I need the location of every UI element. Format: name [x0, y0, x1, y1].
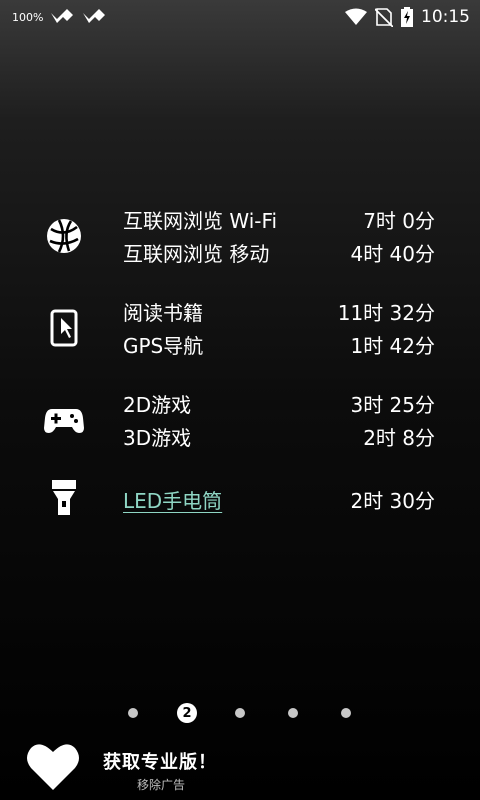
page-dot-3[interactable] [235, 708, 245, 718]
usage-row-led-flashlight: LED手电筒 2时 30分 [123, 484, 435, 514]
usage-label: 阅读书籍 [123, 300, 203, 325]
no-sim-icon [375, 8, 393, 27]
usage-duration: 11时 32分 [337, 300, 435, 325]
battery-charging-icon [401, 7, 413, 27]
page-indicator: 2 [0, 703, 480, 723]
get-pro-title[interactable]: 获取专业版！ [103, 748, 217, 774]
usage-row-gps: GPS导航 1时 42分 [123, 329, 435, 359]
notification-app-icon [83, 9, 106, 23]
heart-icon[interactable] [26, 742, 80, 792]
remove-ads-label[interactable]: 移除广告 [137, 776, 185, 793]
usage-label: 3D游戏 [123, 425, 192, 450]
notification-app-icon [51, 9, 74, 23]
usage-row-internet-mobile: 互联网浏览 移动 4时 40分 [123, 237, 435, 267]
usage-duration: 2时 8分 [363, 425, 435, 450]
usage-row-reading: 阅读书籍 11时 32分 [123, 296, 435, 326]
page-dot-4[interactable] [288, 708, 298, 718]
usage-duration: 4时 40分 [350, 241, 435, 266]
usage-label: GPS导航 [123, 333, 204, 358]
usage-label: 2D游戏 [123, 392, 192, 417]
tablet-touch-icon [44, 308, 84, 348]
page-dot-5[interactable] [341, 708, 351, 718]
status-bar: 100% 10:15 [0, 0, 480, 34]
led-flashlight-link[interactable]: LED手电筒 [123, 485, 222, 514]
usage-row-internet-wifi: 互联网浏览 Wi-Fi 7时 0分 [123, 204, 435, 234]
usage-label: 互联网浏览 移动 [123, 241, 270, 266]
usage-row-2d-games: 2D游戏 3时 25分 [123, 388, 435, 418]
page-dot-1[interactable] [128, 708, 138, 718]
usage-duration: 7时 0分 [363, 208, 435, 233]
usage-duration: 1时 42分 [350, 333, 435, 358]
gamepad-icon [44, 400, 84, 440]
usage-duration: 3时 25分 [350, 392, 435, 417]
usage-duration: 2时 30分 [350, 488, 435, 513]
clock-time: 10:15 [421, 7, 470, 27]
wifi-icon [345, 8, 367, 25]
pro-upgrade-banner[interactable]: 获取专业版！ 移除广告 [0, 742, 480, 800]
battery-percent-text: 100% [12, 10, 44, 24]
usage-row-3d-games: 3D游戏 2时 8分 [123, 421, 435, 451]
usage-label: 互联网浏览 Wi-Fi [123, 208, 278, 233]
flashlight-icon [44, 478, 84, 518]
page-dot-active[interactable]: 2 [177, 703, 197, 723]
globe-icon [44, 216, 84, 256]
